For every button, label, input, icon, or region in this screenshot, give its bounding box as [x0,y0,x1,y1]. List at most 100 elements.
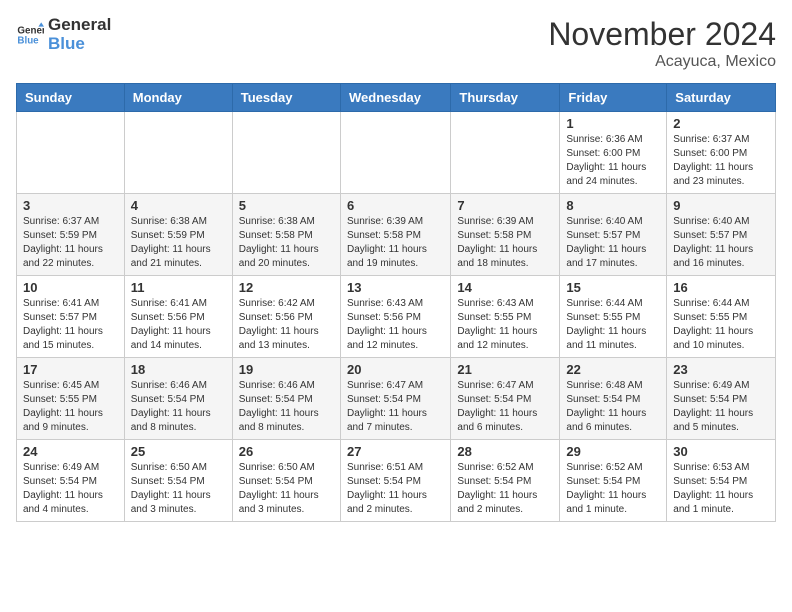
calendar-day-cell: 13 Sunrise: 6:43 AM Sunset: 5:56 PM Dayli… [340,276,450,358]
day-info: Sunrise: 6:43 AM Sunset: 5:56 PM Dayligh… [347,297,444,353]
day-number: 7 [457,198,553,213]
calendar-table: SundayMondayTuesdayWednesdayThursdayFrid… [16,83,776,522]
day-info: Sunrise: 6:38 AM Sunset: 5:58 PM Dayligh… [239,215,334,271]
calendar-week-row: 24 Sunrise: 6:49 AM Sunset: 5:54 PM Dayli… [17,440,776,522]
weekday-header-cell: Monday [124,84,232,112]
day-number: 2 [673,116,769,131]
logo-blue-text: Blue [48,35,111,54]
weekday-header-cell: Tuesday [232,84,340,112]
calendar-day-cell [451,112,560,194]
day-info: Sunrise: 6:46 AM Sunset: 5:54 PM Dayligh… [131,379,226,435]
calendar-day-cell: 30 Sunrise: 6:53 AM Sunset: 5:54 PM Dayli… [667,440,776,522]
calendar-week-row: 1 Sunrise: 6:36 AM Sunset: 6:00 PM Daylig… [17,112,776,194]
day-info: Sunrise: 6:47 AM Sunset: 5:54 PM Dayligh… [457,379,553,435]
calendar-day-cell: 10 Sunrise: 6:41 AM Sunset: 5:57 PM Dayli… [17,276,125,358]
day-info: Sunrise: 6:48 AM Sunset: 5:54 PM Dayligh… [566,379,660,435]
calendar-day-cell: 16Sunrise: 6:44 AM Sunset: 5:55 PM Dayli… [667,276,776,358]
day-number: 24 [23,444,118,459]
day-info: Sunrise: 6:44 AM Sunset: 5:55 PM Dayligh… [673,297,769,353]
day-info: Sunrise: 6:40 AM Sunset: 5:57 PM Dayligh… [566,215,660,271]
calendar-day-cell [124,112,232,194]
day-number: 26 [239,444,334,459]
calendar-day-cell: 2 Sunrise: 6:37 AM Sunset: 6:00 PM Daylig… [667,112,776,194]
calendar-day-cell: 7 Sunrise: 6:39 AM Sunset: 5:58 PM Daylig… [451,194,560,276]
day-info: Sunrise: 6:40 AM Sunset: 5:57 PM Dayligh… [673,215,769,271]
day-info: Sunrise: 6:44 AM Sunset: 5:55 PM Dayligh… [566,297,660,353]
day-info: Sunrise: 6:53 AM Sunset: 5:54 PM Dayligh… [673,461,769,517]
day-number: 4 [131,198,226,213]
day-info: Sunrise: 6:39 AM Sunset: 5:58 PM Dayligh… [457,215,553,271]
calendar-day-cell: 28Sunrise: 6:52 AM Sunset: 5:54 PM Dayli… [451,440,560,522]
calendar-day-cell: 9 Sunrise: 6:40 AM Sunset: 5:57 PM Daylig… [667,194,776,276]
day-number: 21 [457,362,553,377]
calendar-day-cell: 24 Sunrise: 6:49 AM Sunset: 5:54 PM Dayli… [17,440,125,522]
calendar-day-cell: 8 Sunrise: 6:40 AM Sunset: 5:57 PM Daylig… [560,194,667,276]
day-info: Sunrise: 6:36 AM Sunset: 6:00 PM Dayligh… [566,133,660,189]
day-info: Sunrise: 6:49 AM Sunset: 5:54 PM Dayligh… [23,461,118,517]
day-number: 20 [347,362,444,377]
day-info: Sunrise: 6:45 AM Sunset: 5:55 PM Dayligh… [23,379,118,435]
day-number: 1 [566,116,660,131]
day-number: 23 [673,362,769,377]
calendar-week-row: 17 Sunrise: 6:45 AM Sunset: 5:55 PM Dayli… [17,358,776,440]
day-number: 9 [673,198,769,213]
day-info: Sunrise: 6:51 AM Sunset: 5:54 PM Dayligh… [347,461,444,517]
day-info: Sunrise: 6:38 AM Sunset: 5:59 PM Dayligh… [131,215,226,271]
logo-icon: General Blue [16,21,44,49]
weekday-header-cell: Thursday [451,84,560,112]
calendar-day-cell: 3 Sunrise: 6:37 AM Sunset: 5:59 PM Daylig… [17,194,125,276]
calendar-day-cell: 23 Sunrise: 6:49 AM Sunset: 5:54 PM Dayli… [667,358,776,440]
day-info: Sunrise: 6:50 AM Sunset: 5:54 PM Dayligh… [239,461,334,517]
day-info: Sunrise: 6:52 AM Sunset: 5:54 PM Dayligh… [566,461,660,517]
day-info: Sunrise: 6:37 AM Sunset: 6:00 PM Dayligh… [673,133,769,189]
calendar-day-cell: 21 Sunrise: 6:47 AM Sunset: 5:54 PM Dayli… [451,358,560,440]
day-info: Sunrise: 6:47 AM Sunset: 5:54 PM Dayligh… [347,379,444,435]
day-info: Sunrise: 6:41 AM Sunset: 5:57 PM Dayligh… [23,297,118,353]
calendar-day-cell: 15 Sunrise: 6:44 AM Sunset: 5:55 PM Dayli… [560,276,667,358]
calendar-day-cell: 14Sunrise: 6:43 AM Sunset: 5:55 PM Dayli… [451,276,560,358]
day-number: 5 [239,198,334,213]
calendar-day-cell: 22 Sunrise: 6:48 AM Sunset: 5:54 PM Dayli… [560,358,667,440]
day-number: 25 [131,444,226,459]
day-number: 27 [347,444,444,459]
day-info: Sunrise: 6:50 AM Sunset: 5:54 PM Dayligh… [131,461,226,517]
calendar-body: 1 Sunrise: 6:36 AM Sunset: 6:00 PM Daylig… [17,112,776,522]
calendar-day-cell: 18 Sunrise: 6:46 AM Sunset: 5:54 PM Dayli… [124,358,232,440]
calendar-day-cell: 20 Sunrise: 6:47 AM Sunset: 5:54 PM Dayli… [340,358,450,440]
calendar-day-cell: 4 Sunrise: 6:38 AM Sunset: 5:59 PM Daylig… [124,194,232,276]
day-number: 11 [131,280,226,295]
day-number: 3 [23,198,118,213]
day-info: Sunrise: 6:39 AM Sunset: 5:58 PM Dayligh… [347,215,444,271]
logo-general-text: General [48,16,111,35]
calendar-day-cell: 6 Sunrise: 6:39 AM Sunset: 5:58 PM Daylig… [340,194,450,276]
calendar-day-cell: 26 Sunrise: 6:50 AM Sunset: 5:54 PM Dayli… [232,440,340,522]
day-number: 30 [673,444,769,459]
day-number: 18 [131,362,226,377]
day-number: 6 [347,198,444,213]
day-info: Sunrise: 6:42 AM Sunset: 5:56 PM Dayligh… [239,297,334,353]
calendar-day-cell: 29Sunrise: 6:52 AM Sunset: 5:54 PM Dayli… [560,440,667,522]
location-title: Acayuca, Mexico [548,53,776,71]
weekday-header-cell: Saturday [667,84,776,112]
day-number: 17 [23,362,118,377]
weekday-header-row: SundayMondayTuesdayWednesdayThursdayFrid… [17,84,776,112]
svg-text:Blue: Blue [17,35,39,46]
calendar-day-cell: 11Sunrise: 6:41 AM Sunset: 5:56 PM Dayli… [124,276,232,358]
logo: General Blue General Blue [16,16,111,53]
calendar-day-cell: 1 Sunrise: 6:36 AM Sunset: 6:00 PM Daylig… [560,112,667,194]
day-info: Sunrise: 6:52 AM Sunset: 5:54 PM Dayligh… [457,461,553,517]
day-info: Sunrise: 6:37 AM Sunset: 5:59 PM Dayligh… [23,215,118,271]
weekday-header-cell: Sunday [17,84,125,112]
calendar-day-cell: 25 Sunrise: 6:50 AM Sunset: 5:54 PM Dayli… [124,440,232,522]
day-number: 15 [566,280,660,295]
calendar-week-row: 3 Sunrise: 6:37 AM Sunset: 5:59 PM Daylig… [17,194,776,276]
calendar-day-cell [232,112,340,194]
day-info: Sunrise: 6:43 AM Sunset: 5:55 PM Dayligh… [457,297,553,353]
day-number: 22 [566,362,660,377]
day-info: Sunrise: 6:49 AM Sunset: 5:54 PM Dayligh… [673,379,769,435]
calendar-day-cell: 5 Sunrise: 6:38 AM Sunset: 5:58 PM Daylig… [232,194,340,276]
weekday-header-cell: Wednesday [340,84,450,112]
day-number: 8 [566,198,660,213]
day-number: 10 [23,280,118,295]
day-number: 13 [347,280,444,295]
